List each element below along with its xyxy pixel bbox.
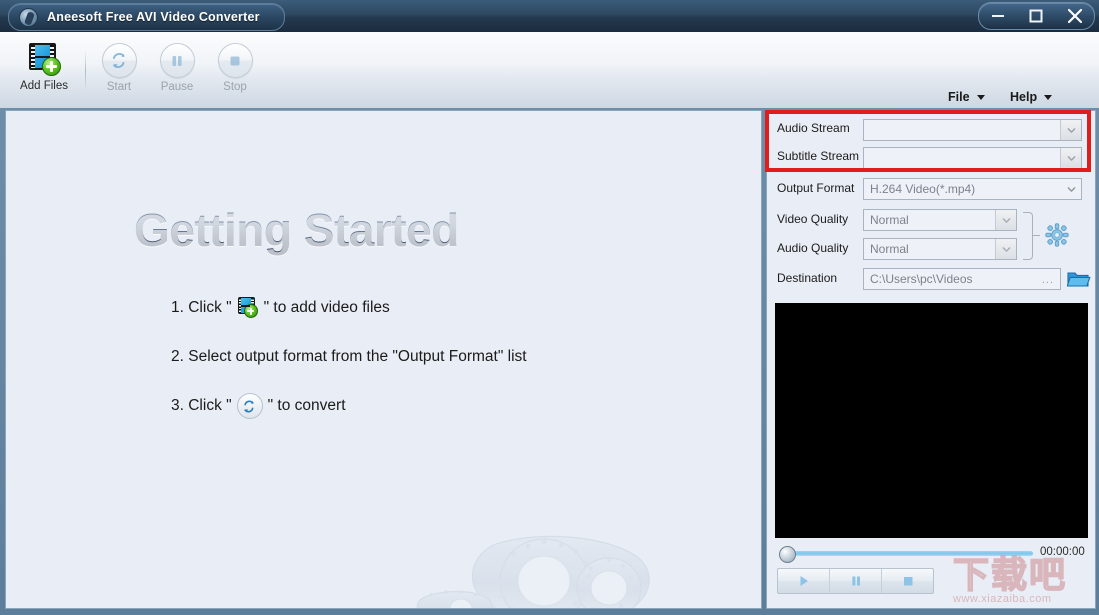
audio-stream-row: Audio Stream — [777, 121, 862, 135]
play-icon — [800, 576, 808, 586]
chevron-down-icon — [995, 239, 1016, 259]
step-2-text: 2. Select output format from the "Output… — [171, 348, 527, 365]
chevron-down-icon — [1060, 148, 1081, 168]
open-folder-icon[interactable] — [1066, 268, 1091, 289]
video-quality-row: Video Quality — [777, 212, 862, 226]
play-button[interactable] — [778, 569, 830, 593]
step-1-suffix: " to add video files — [263, 299, 390, 316]
audio-stream-select[interactable] — [863, 119, 1082, 141]
subtitle-stream-select[interactable] — [863, 147, 1082, 169]
seek-slider[interactable] — [777, 546, 1035, 563]
chevron-down-icon — [995, 210, 1016, 230]
video-quality-label: Video Quality — [777, 212, 849, 226]
menu-help-label: Help — [1010, 90, 1038, 104]
chevron-down-icon — [1061, 179, 1081, 199]
chevron-down-icon — [1060, 120, 1081, 140]
menu-file[interactable]: File — [948, 90, 985, 104]
audio-quality-value: Normal — [870, 242, 909, 256]
destination-row: Destination — [777, 271, 862, 285]
stop-label: Stop — [223, 81, 247, 93]
destination-value: C:\Users\pc\Videos — [870, 272, 973, 286]
film-reel-watermark — [416, 535, 650, 608]
audio-quality-label: Audio Quality — [777, 241, 849, 255]
quality-bracket — [1023, 212, 1033, 260]
pause-label: Pause — [160, 81, 194, 93]
audio-stream-label: Audio Stream — [777, 121, 850, 135]
stop-button[interactable]: Stop — [202, 38, 268, 102]
film-reel-icon — [19, 7, 38, 27]
pause-button[interactable] — [830, 569, 882, 593]
menu-help[interactable]: Help — [1010, 90, 1053, 104]
step-3: 3. Click " " to convert — [171, 393, 346, 419]
destination-input[interactable]: C:\Users\pc\Videos ... — [863, 268, 1061, 290]
gear-icon[interactable] — [1045, 223, 1069, 247]
window-controls — [978, 2, 1095, 30]
start-button[interactable]: Start — [86, 38, 152, 102]
video-quality-select[interactable]: Normal — [863, 209, 1017, 231]
start-convert-icon — [101, 43, 137, 78]
pause-icon — [159, 43, 195, 78]
maximize-button[interactable] — [1021, 4, 1051, 28]
start-label: Start — [106, 81, 132, 93]
output-format-value: H.264 Video(*.mp4) — [870, 182, 976, 196]
subtitle-stream-row: Subtitle Stream — [777, 149, 862, 163]
chevron-down-icon — [976, 94, 985, 100]
stop-button[interactable] — [882, 569, 933, 593]
stop-icon — [903, 577, 912, 586]
title-tab: Aneesoft Free AVI Video Converter — [8, 3, 285, 31]
title-bar: Aneesoft Free AVI Video Converter — [0, 0, 1099, 33]
toolbar: Add Files Start Pause Stop File Help — [0, 32, 1099, 109]
step-1: 1. Click " " to add video files — [171, 297, 390, 319]
playback-controls — [777, 568, 934, 594]
window-title: Aneesoft Free AVI Video Converter — [47, 10, 260, 24]
step-2: 2. Select output format from the "Output… — [171, 348, 527, 366]
seek-track — [786, 551, 1033, 556]
playback-time: 00:00:00 — [1040, 546, 1085, 558]
destination-label: Destination — [777, 271, 838, 285]
quality-bracket-stem — [1032, 235, 1040, 236]
pause-button[interactable]: Pause — [144, 38, 210, 102]
menu-file-label: File — [948, 90, 970, 104]
output-format-label: Output Format — [777, 181, 855, 195]
minimize-button[interactable] — [983, 1, 1013, 32]
getting-started-panel: Getting Started 1. Click " " to add vide… — [5, 110, 762, 609]
convert-icon — [236, 393, 263, 419]
page-title: Getting Started — [134, 204, 459, 256]
browse-dots[interactable]: ... — [1042, 274, 1054, 286]
close-button[interactable] — [1060, 4, 1090, 28]
add-files-icon — [237, 297, 259, 319]
step-3-suffix: " to convert — [267, 397, 346, 414]
step-1-prefix: 1. Click " — [171, 299, 232, 316]
application-window: Aneesoft Free AVI Video Converter Add Fi… — [0, 0, 1099, 615]
video-quality-value: Normal — [870, 213, 909, 227]
add-files-icon — [26, 41, 62, 77]
audio-quality-select[interactable]: Normal — [863, 238, 1017, 260]
pause-icon — [851, 576, 860, 586]
subtitle-stream-label: Subtitle Stream — [777, 149, 860, 163]
add-files-button[interactable]: Add Files — [11, 38, 77, 102]
audio-quality-row: Audio Quality — [777, 241, 862, 255]
seek-thumb[interactable] — [779, 546, 796, 563]
output-format-row: Output Format — [777, 181, 862, 195]
add-files-label: Add Files — [20, 80, 68, 92]
step-3-prefix: 3. Click " — [171, 397, 232, 414]
stop-icon — [217, 43, 253, 78]
output-format-select[interactable]: H.264 Video(*.mp4) — [863, 178, 1082, 200]
video-preview[interactable] — [775, 303, 1088, 538]
chevron-down-icon — [1044, 94, 1053, 100]
